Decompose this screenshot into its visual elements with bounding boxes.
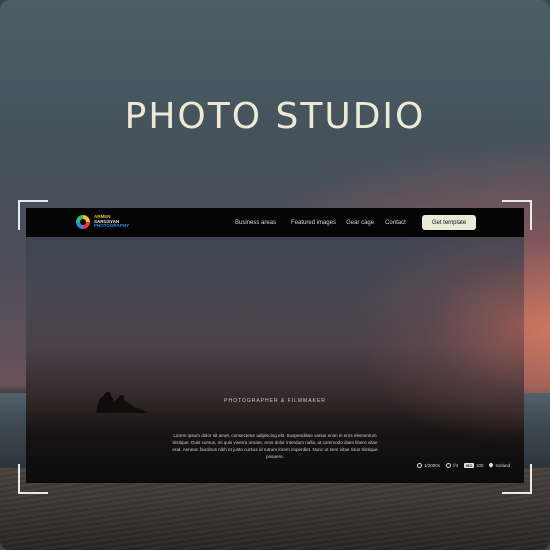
shutter-speed: 1/2000s [417,463,440,468]
iso-value: 100 [475,463,484,468]
aperture: f/4 [446,463,458,468]
iso-badge: ISO [464,463,474,468]
logo-line-3: PHOTOGRAPHY [94,223,130,229]
aperture-icon [446,463,452,468]
shutter-icon [417,463,423,468]
hero-description: Lorem ipsum dolor sit amet, consectetur … [172,433,378,459]
nav-links: Business areas Featured images Gear cage… [235,208,421,237]
logo-text: ARMEN SARGSYAN PHOTOGRAPHY [94,215,129,229]
aperture-logo-icon [76,215,90,229]
get-template-button[interactable]: Get template [422,215,476,230]
nav-item-contact[interactable]: Contact [385,220,406,226]
location: Iceland [489,463,510,468]
nav-item-gear-cage[interactable]: Gear cage [346,220,374,226]
photo-metadata: 1/2000s f/4 ISO 100 Iceland [417,463,510,468]
page-title: PHOTO STUDIO [124,96,426,137]
location-value: Iceland [495,463,510,468]
logo[interactable]: ARMEN SARGSYAN PHOTOGRAPHY [76,215,129,229]
hero: PHOTOGRAPHER & FILMMAKER Lorem ipsum dol… [26,237,524,483]
hero-kicker: PHOTOGRAPHER & FILMMAKER [224,398,326,404]
navbar: ARMEN SARGSYAN PHOTOGRAPHY Business area… [26,208,524,237]
people-silhouette-image [96,392,148,413]
aperture-value: f/4 [453,463,459,468]
shutter-value: 1/2000s [424,463,441,468]
nav-item-business-areas[interactable]: Business areas [235,220,276,226]
iso: ISO 100 [464,463,483,468]
nav-item-featured-images[interactable]: Featured images [291,220,336,226]
location-pin-icon [489,463,493,468]
website-preview: ARMEN SARGSYAN PHOTOGRAPHY Business area… [26,208,524,483]
